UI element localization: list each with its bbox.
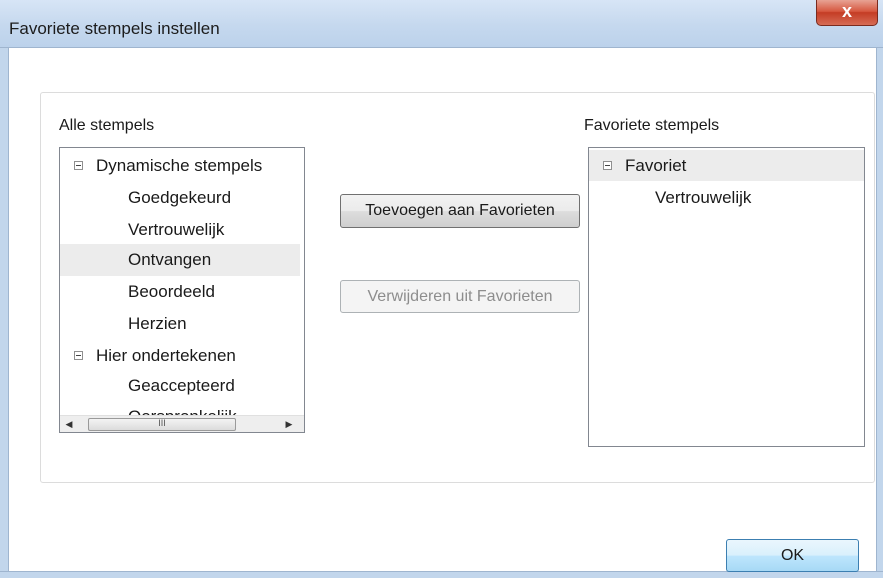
collapse-icon[interactable] [74, 161, 83, 170]
tree-item-label: Ontvangen [128, 250, 212, 269]
collapse-icon[interactable] [603, 161, 612, 170]
horizontal-scrollbar[interactable]: ◀ III ▶ [60, 415, 304, 432]
window-title: Favoriete stempels instellen [9, 19, 220, 38]
all-stamps-tree[interactable]: Dynamische stempels Goedgekeurd Vertrouw… [59, 147, 305, 433]
tree-item-reviewed[interactable]: Beoordeeld [60, 276, 300, 308]
favorite-stamps-label: Favoriete stempels [584, 117, 720, 134]
favorite-stamps-tree[interactable]: Favoriet Vertrouwelijk [588, 147, 865, 447]
arrow-right-icon[interactable]: ▶ [280, 416, 298, 432]
ok-button[interactable]: OK [726, 539, 859, 572]
tree-item-label: Herzien [128, 314, 187, 333]
all-stamps-label: Alle stempels [59, 117, 155, 134]
tree-item-received[interactable]: Ontvangen [60, 244, 300, 276]
window-frame-right [876, 48, 883, 578]
tree-node-label: Hier ondertekenen [96, 346, 236, 365]
tree-node-sign-here[interactable]: Hier ondertekenen [60, 340, 300, 372]
arrow-left-icon[interactable]: ◀ [60, 416, 78, 432]
tree-item-approved[interactable]: Goedgekeurd [60, 182, 300, 214]
window-frame-left [0, 48, 9, 578]
add-to-favorites-button[interactable]: Toevoegen aan Favorieten [340, 194, 580, 228]
collapse-icon[interactable] [74, 351, 83, 360]
tree-item-confidential[interactable]: Vertrouwelijk [60, 214, 300, 246]
tree-node-dynamic-stamps[interactable]: Dynamische stempels [60, 150, 300, 182]
tree-item-label: Beoordeeld [128, 282, 215, 301]
tree-item-confidential[interactable]: Vertrouwelijk [589, 182, 864, 214]
close-button[interactable]: x [816, 0, 878, 26]
tree-item-accepted[interactable]: Geaccepteerd [60, 370, 300, 402]
tree-node-favorite[interactable]: Favoriet [589, 150, 864, 181]
tree-item-label: Geaccepteerd [128, 376, 235, 395]
close-icon: x [841, 1, 852, 21]
tree-node-label: Favoriet [625, 156, 687, 175]
remove-from-favorites-button[interactable]: Verwijderen uit Favorieten [340, 280, 580, 313]
window-frame-bottom [0, 571, 883, 578]
tree-node-label: Dynamische stempels [96, 156, 263, 175]
horizontal-scroll-thumb[interactable]: III [88, 418, 236, 431]
tree-item-revised[interactable]: Herzien [60, 308, 300, 340]
tree-item-label: Vertrouwelijk [655, 188, 752, 207]
vertical-scrollbar[interactable]: ▲ ≡ ▼ [304, 148, 305, 415]
tree-item-label: Vertrouwelijk [128, 220, 225, 239]
tree-item-label: Goedgekeurd [128, 188, 232, 207]
